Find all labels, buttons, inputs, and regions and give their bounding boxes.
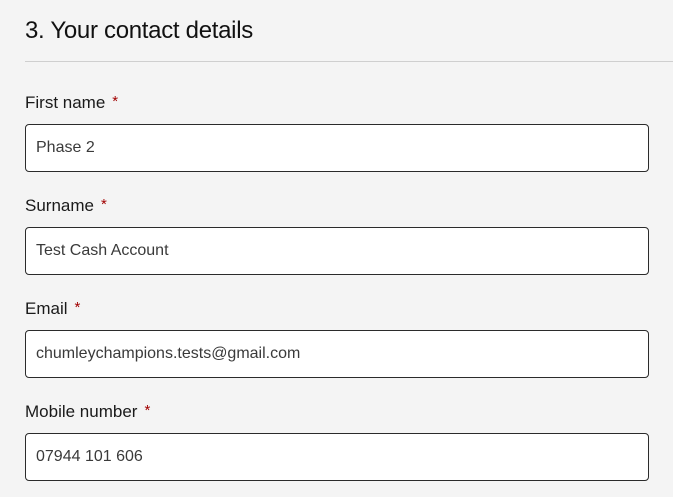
required-marker: *: [112, 93, 119, 110]
surname-label-text: Surname: [25, 196, 94, 215]
first-name-label-text: First name: [25, 93, 106, 112]
first-name-input[interactable]: [25, 124, 649, 172]
mobile-number-label: Mobile number *: [25, 401, 649, 423]
email-label-text: Email: [25, 299, 68, 318]
mobile-number-input[interactable]: [25, 433, 649, 481]
first-name-label: First name *: [25, 92, 649, 114]
surname-label: Surname *: [25, 195, 649, 217]
email-label: Email *: [25, 298, 649, 320]
surname-input[interactable]: [25, 227, 649, 275]
email-input[interactable]: [25, 330, 649, 378]
surname-field-group: Surname *: [25, 195, 649, 275]
mobile-number-label-text: Mobile number: [25, 402, 138, 421]
required-marker: *: [100, 196, 107, 213]
email-field-group: Email *: [25, 298, 649, 378]
required-marker: *: [74, 299, 81, 316]
mobile-number-field-group: Mobile number *: [25, 401, 649, 481]
contact-details-section: 3. Your contact details First name * Surn…: [0, 0, 673, 497]
section-divider: [25, 61, 673, 62]
required-marker: *: [144, 402, 151, 419]
first-name-field-group: First name *: [25, 92, 649, 172]
section-title: 3. Your contact details: [25, 17, 253, 44]
